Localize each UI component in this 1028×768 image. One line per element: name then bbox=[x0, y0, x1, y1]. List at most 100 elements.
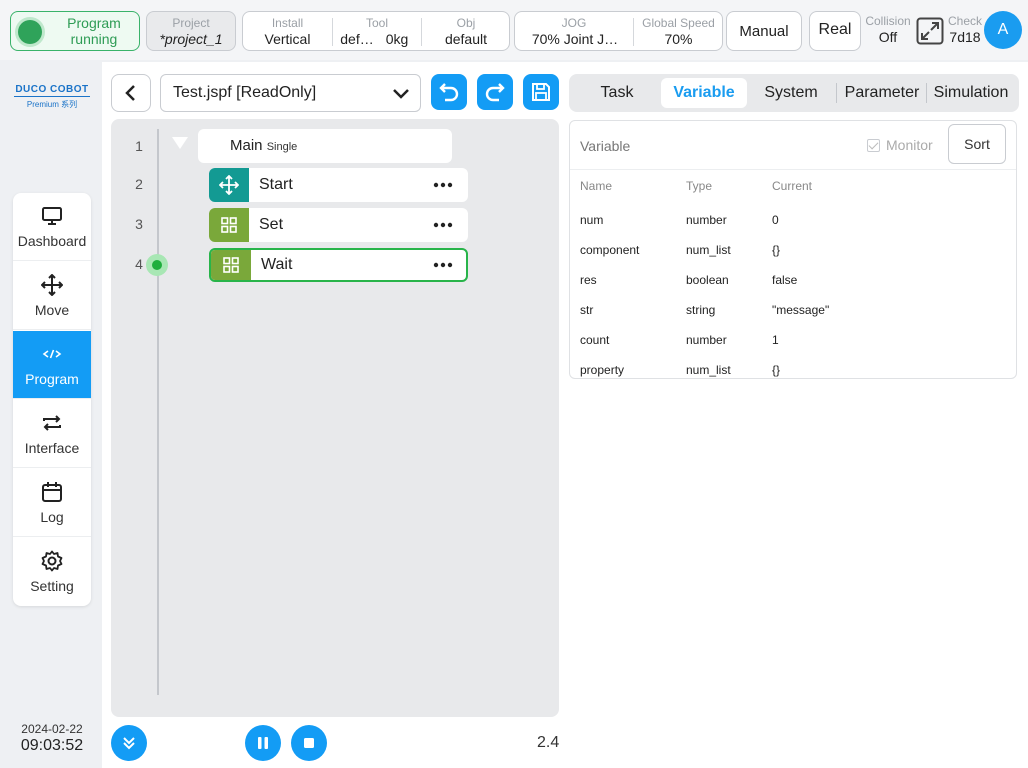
var-name: property bbox=[580, 363, 625, 377]
node-icon-box bbox=[211, 250, 251, 280]
node-start[interactable]: Start bbox=[209, 168, 468, 202]
divider bbox=[926, 83, 927, 103]
expand-icon[interactable] bbox=[916, 17, 944, 45]
node-icon-box bbox=[209, 168, 249, 202]
nav-item-log[interactable]: Log bbox=[13, 469, 91, 537]
install-tool-obj-box[interactable]: Install Vertical Tool def… 0kg Obj defau… bbox=[242, 11, 510, 51]
more-icon[interactable] bbox=[432, 218, 454, 232]
save-button[interactable] bbox=[523, 74, 559, 110]
more-icon[interactable] bbox=[432, 178, 454, 192]
top-bar: Program running Project *project_1 Insta… bbox=[0, 0, 1028, 60]
node-wait[interactable]: Wait bbox=[209, 248, 468, 282]
move-icon bbox=[41, 274, 63, 296]
stop-icon bbox=[304, 738, 314, 748]
collision-label: Collision bbox=[865, 14, 911, 28]
more-icon[interactable] bbox=[432, 258, 454, 272]
table-row[interactable]: count number 1 bbox=[570, 325, 1016, 355]
scroll-down-button[interactable] bbox=[111, 725, 147, 761]
check-status[interactable]: Check 7d18 bbox=[946, 14, 984, 45]
install-value: Vertical bbox=[264, 31, 311, 47]
main-node[interactable]: Main Single bbox=[198, 129, 452, 163]
panel-tabs: Task Variable System Parameter Simulatio… bbox=[569, 74, 1019, 112]
global-speed-value: 70% bbox=[664, 31, 693, 47]
double-chevron-down-icon bbox=[123, 737, 135, 750]
project-value: *project_1 bbox=[159, 31, 223, 47]
logo-brand: DUCO COBOT bbox=[14, 84, 90, 97]
code-icon bbox=[42, 349, 62, 359]
table-row[interactable]: num number 0 bbox=[570, 205, 1016, 235]
nav-item-setting[interactable]: Setting bbox=[13, 538, 91, 606]
check-label: Check bbox=[947, 14, 982, 28]
clock-date: 2024-02-22 bbox=[21, 722, 83, 736]
file-name: Test.jspf [ReadOnly] bbox=[173, 84, 317, 101]
table-row[interactable]: str string "message" bbox=[570, 295, 1016, 325]
column-header-current: Current bbox=[772, 179, 813, 193]
var-name: str bbox=[580, 303, 594, 317]
nav-label: Dashboard bbox=[17, 233, 87, 249]
main-node-label: Main bbox=[230, 137, 263, 154]
project-box[interactable]: Project *project_1 bbox=[146, 11, 236, 51]
nav-item-dashboard[interactable]: Dashboard bbox=[13, 193, 91, 261]
gear-icon bbox=[41, 550, 63, 572]
program-status-text: Program running bbox=[67, 15, 121, 47]
undo-icon bbox=[439, 83, 459, 102]
redo-button[interactable] bbox=[477, 74, 513, 110]
nav-item-interface[interactable]: Interface bbox=[13, 400, 91, 468]
tab-simulation[interactable]: Simulation bbox=[928, 78, 1014, 108]
program-status[interactable]: Program running bbox=[10, 11, 140, 51]
node-set[interactable]: Set bbox=[209, 208, 468, 242]
tab-variable[interactable]: Variable bbox=[661, 78, 747, 108]
obj-label: Obj bbox=[456, 16, 476, 30]
table-row[interactable]: property num_list {} bbox=[570, 355, 1016, 385]
pause-icon bbox=[258, 737, 268, 749]
manual-mode-button[interactable]: Manual bbox=[726, 11, 802, 51]
column-header-name: Name bbox=[580, 179, 613, 193]
chevron-down-icon bbox=[393, 89, 409, 99]
collision-status[interactable]: Collision Off bbox=[864, 14, 912, 45]
monitor-checkbox[interactable]: Monitor bbox=[867, 137, 933, 153]
jog-label: JOG bbox=[561, 16, 587, 30]
checkbox[interactable] bbox=[867, 139, 880, 152]
collapse-triangle-icon[interactable] bbox=[172, 137, 188, 149]
obj-value: default bbox=[444, 31, 488, 47]
sidebar: DUCO COBOT Premium 系列 Dashboard Move Pro… bbox=[4, 62, 100, 764]
var-name: res bbox=[580, 273, 597, 287]
tab-parameter[interactable]: Parameter bbox=[839, 78, 925, 108]
grid-icon bbox=[221, 217, 237, 233]
tab-system[interactable]: System bbox=[753, 78, 829, 108]
var-current: false bbox=[772, 273, 798, 287]
system-clock: 2024-02-22 09:03:52 bbox=[4, 722, 100, 755]
pause-button[interactable] bbox=[245, 725, 281, 761]
file-select[interactable]: Test.jspf [ReadOnly] bbox=[160, 74, 421, 112]
avatar[interactable]: A bbox=[984, 11, 1022, 49]
line-number: 2 bbox=[135, 176, 143, 192]
manual-label: Manual bbox=[739, 23, 789, 40]
nav-label: Setting bbox=[30, 578, 74, 594]
clock-time: 09:03:52 bbox=[20, 737, 84, 754]
save-icon bbox=[532, 83, 550, 101]
jog-speed-box[interactable]: JOG 70% Joint J… Global Speed 70% bbox=[514, 11, 723, 51]
nav-item-program[interactable]: Program bbox=[13, 331, 91, 399]
install-label: Install bbox=[271, 16, 304, 30]
real-mode-button[interactable]: Real bbox=[809, 11, 861, 51]
stop-button[interactable] bbox=[291, 725, 327, 761]
var-type: number bbox=[686, 333, 727, 347]
sort-button[interactable]: Sort bbox=[948, 124, 1006, 164]
undo-button[interactable] bbox=[431, 74, 467, 110]
tab-task[interactable]: Task bbox=[579, 78, 655, 108]
table-row[interactable]: component num_list {} bbox=[570, 235, 1016, 265]
calendar-icon bbox=[42, 482, 62, 502]
nav-label: Program bbox=[25, 371, 79, 387]
table-row[interactable]: res boolean false bbox=[570, 265, 1016, 295]
monitor-icon bbox=[42, 207, 62, 225]
line-number: 3 bbox=[135, 216, 143, 232]
global-speed-label: Global Speed bbox=[642, 16, 715, 30]
main-node-mode: Single bbox=[266, 141, 298, 153]
node-label: Start bbox=[259, 176, 293, 193]
var-type: string bbox=[686, 303, 716, 317]
line-number: 1 bbox=[135, 138, 143, 154]
nav-item-move[interactable]: Move bbox=[13, 262, 91, 330]
back-button[interactable] bbox=[111, 74, 151, 112]
tool-label: Tool bbox=[365, 16, 388, 30]
tool-weight: 0kg bbox=[385, 31, 409, 47]
